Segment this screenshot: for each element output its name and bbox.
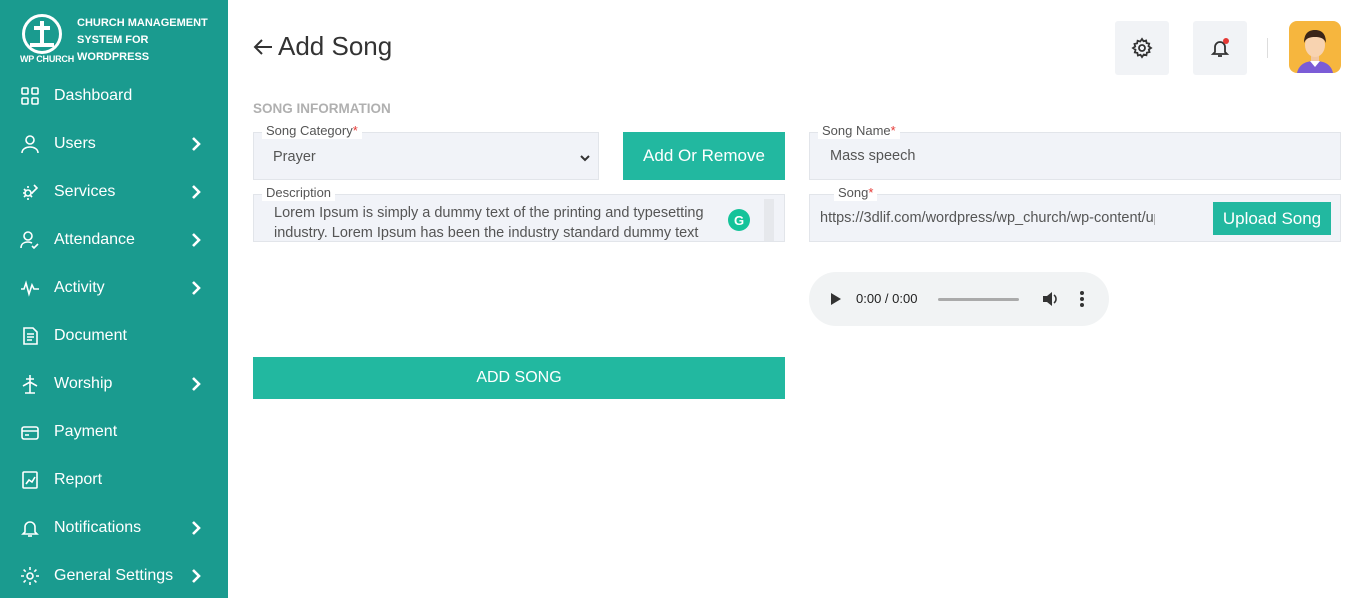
chevron-right-icon	[190, 136, 202, 152]
volume-icon[interactable]	[1042, 291, 1060, 307]
chevron-right-icon	[190, 376, 202, 392]
section-title: SONG INFORMATION	[253, 101, 391, 116]
song-category-select[interactable]: Song Category* Prayer	[253, 123, 599, 180]
bell-icon	[20, 518, 40, 538]
avatar[interactable]	[1289, 21, 1341, 73]
main-content: Add Song SONG INFORMATION Song Category*…	[228, 0, 1365, 598]
sidebar-item-general-settings[interactable]: General Settings	[0, 552, 228, 600]
chevron-right-icon	[190, 280, 202, 296]
church-logo-icon	[22, 14, 62, 54]
payment-icon	[20, 422, 40, 442]
attendance-icon	[20, 230, 40, 250]
song-label: Song*	[834, 185, 878, 201]
chevron-right-icon	[190, 232, 202, 248]
settings-button[interactable]	[1115, 21, 1169, 75]
document-icon	[20, 326, 40, 346]
notifications-button[interactable]	[1193, 21, 1247, 75]
audio-player: 0:00 / 0:00	[809, 272, 1109, 326]
audio-progress-bar[interactable]	[938, 298, 1019, 301]
logo-short-name: WP CHURCH	[20, 54, 75, 64]
sidebar-item-label: Services	[54, 183, 116, 200]
sidebar-item-activity[interactable]: Activity	[0, 264, 228, 312]
sidebar-item-label: Report	[54, 471, 103, 488]
description-label: Description	[262, 185, 336, 201]
upload-song-button[interactable]: Upload Song	[1213, 202, 1331, 235]
song-name-value: Mass speech	[830, 148, 916, 164]
sidebar-item-services[interactable]: Services	[0, 168, 228, 216]
back-arrow-icon[interactable]	[252, 34, 274, 60]
sidebar-item-worship[interactable]: Worship	[0, 360, 228, 408]
sidebar-item-dashboard[interactable]: Dashboard	[0, 72, 228, 120]
logo[interactable]: WP CHURCH CHURCH MANAGEMENT SYSTEM FOR W…	[18, 12, 218, 68]
sidebar-item-label: Dashboard	[54, 87, 133, 104]
user-icon	[20, 134, 40, 154]
header-divider	[1267, 38, 1268, 58]
sidebar-item-label: Document	[54, 327, 127, 344]
song-url-value: https://3dlif.com/wordpress/wp_church/wp…	[820, 210, 1155, 226]
gear-icon	[20, 566, 40, 586]
report-icon	[20, 470, 40, 490]
sidebar-item-label: Worship	[54, 375, 113, 392]
sidebar-item-notifications[interactable]: Notifications	[0, 504, 228, 552]
worship-icon	[20, 374, 40, 394]
description-textarea[interactable]: Description Lorem Ipsum is simply a dumm…	[253, 185, 785, 242]
sidebar-item-payment[interactable]: Payment	[0, 408, 228, 456]
sidebar-item-label: Users	[54, 135, 96, 152]
song-category-value: Prayer	[273, 149, 316, 165]
song-url-field[interactable]: Song* https://3dlif.com/wordpress/wp_chu…	[809, 185, 1341, 242]
sidebar: WP CHURCH CHURCH MANAGEMENT SYSTEM FOR W…	[0, 0, 228, 598]
description-line: industry. Lorem Ipsum has been the indus…	[274, 225, 699, 241]
notification-dot	[1223, 38, 1229, 44]
sidebar-item-label: General Settings	[54, 567, 174, 584]
more-options-icon[interactable]	[1080, 291, 1084, 307]
song-name-field[interactable]: Song Name* Mass speech	[809, 123, 1341, 180]
description-line: Lorem Ipsum is simply a dummy text of th…	[274, 205, 704, 221]
sidebar-item-label: Payment	[54, 423, 118, 440]
song-name-label: Song Name*	[818, 123, 900, 139]
sidebar-item-users[interactable]: Users	[0, 120, 228, 168]
chevron-right-icon	[190, 520, 202, 536]
sidebar-item-report[interactable]: Report	[0, 456, 228, 504]
gear-icon	[1131, 37, 1153, 59]
sidebar-item-label: Activity	[54, 279, 105, 296]
sidebar-item-document[interactable]: Document	[0, 312, 228, 360]
activity-icon	[20, 278, 40, 298]
chevron-right-icon	[190, 568, 202, 584]
page-title: Add Song	[278, 31, 393, 61]
textarea-scrollbar[interactable]	[764, 199, 774, 241]
song-category-label: Song Category*	[262, 123, 362, 139]
chevron-down-icon	[580, 150, 590, 162]
sidebar-item-label: Notifications	[54, 519, 142, 536]
play-icon[interactable]	[831, 293, 841, 305]
services-icon	[20, 182, 40, 202]
chevron-right-icon	[190, 184, 202, 200]
logo-full-name: CHURCH MANAGEMENT SYSTEM FOR WORDPRESS	[77, 17, 208, 63]
grammarly-icon[interactable]: G	[728, 209, 750, 231]
sidebar-item-attendance[interactable]: Attendance	[0, 216, 228, 264]
sidebar-item-label: Attendance	[54, 231, 135, 248]
audio-time: 0:00 / 0:00	[856, 291, 918, 306]
add-song-button[interactable]: ADD SONG	[253, 357, 785, 399]
add-or-remove-button[interactable]: Add Or Remove	[623, 132, 785, 180]
sidebar-nav: Dashboard Users Services Attendance Acti…	[0, 72, 228, 600]
grid-icon	[20, 86, 40, 106]
